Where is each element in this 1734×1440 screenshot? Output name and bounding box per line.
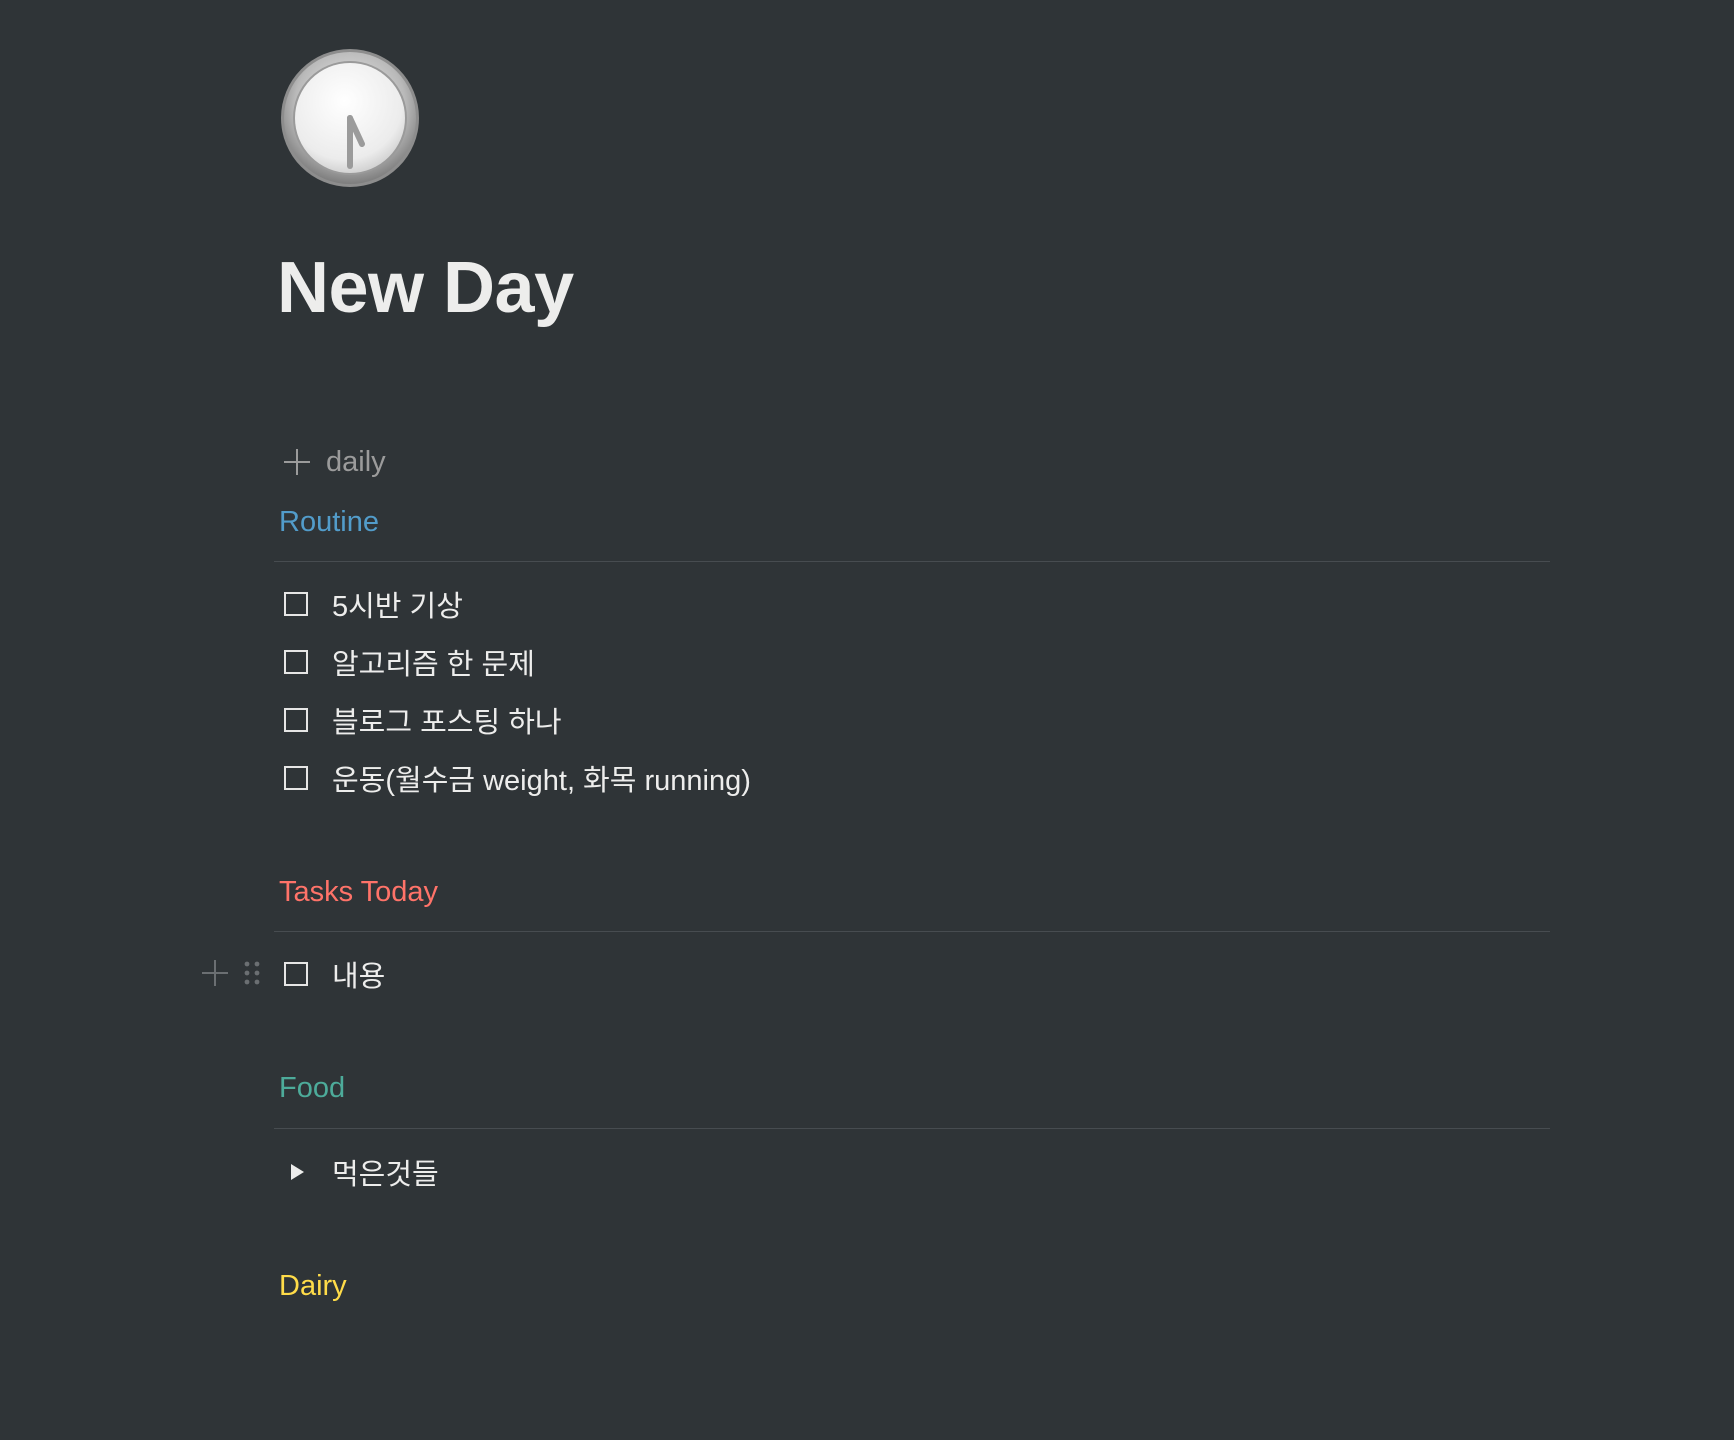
- heading-food[interactable]: Food: [279, 1074, 345, 1103]
- notion-page: New Day daily Routine 5시반 기상 알고리즘 한 문제 블…: [0, 0, 1734, 1440]
- add-block-icon[interactable]: [200, 958, 230, 988]
- block-handle: [200, 958, 260, 988]
- todo-item[interactable]: 운동(월수금 weight, 화목 running): [284, 758, 751, 798]
- heading-routine[interactable]: Routine: [279, 508, 379, 537]
- plus-icon: [282, 447, 312, 477]
- template-button[interactable]: daily: [282, 442, 386, 482]
- divider: [274, 931, 1550, 932]
- todo-label: 내용: [332, 961, 386, 993]
- heading-dairy[interactable]: Dairy: [279, 1272, 347, 1301]
- todo-item[interactable]: 블로그 포스팅 하나: [284, 700, 562, 740]
- todo-label: 5시반 기상: [332, 591, 463, 623]
- divider: [274, 1128, 1550, 1129]
- todo-item[interactable]: 알고리즘 한 문제: [284, 642, 535, 682]
- todo-label: 블로그 포스팅 하나: [332, 707, 562, 739]
- todo-label: 운동(월수금 weight, 화목 running): [332, 765, 751, 797]
- heading-tasks-today[interactable]: Tasks Today: [279, 878, 438, 907]
- template-button-label: daily: [326, 445, 386, 478]
- drag-handle-icon[interactable]: [244, 960, 260, 986]
- checkbox[interactable]: [284, 708, 308, 732]
- toggle-label: 먹은것들: [332, 1159, 439, 1191]
- triangle-right-icon[interactable]: [284, 1159, 310, 1185]
- checkbox[interactable]: [284, 592, 308, 616]
- todo-item[interactable]: 내용: [284, 954, 385, 994]
- checkbox[interactable]: [284, 962, 308, 986]
- toggle-block[interactable]: 먹은것들: [284, 1152, 439, 1192]
- clock-icon[interactable]: [280, 48, 420, 188]
- checkbox[interactable]: [284, 650, 308, 674]
- checkbox[interactable]: [284, 766, 308, 790]
- todo-item[interactable]: 5시반 기상: [284, 584, 463, 624]
- page-title[interactable]: New Day: [277, 252, 574, 324]
- todo-label: 알고리즘 한 문제: [332, 649, 535, 681]
- divider: [274, 561, 1550, 562]
